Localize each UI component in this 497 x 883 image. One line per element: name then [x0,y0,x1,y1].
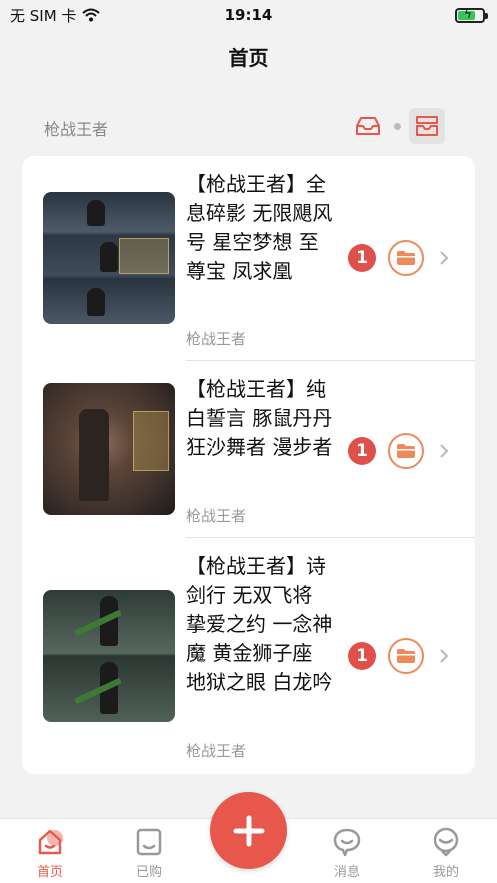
item-subtitle: 枪战王者 [186,507,247,525]
tab-label: 已购 [135,865,162,880]
item-thumbnail [43,590,175,722]
toggle-separator-dot [394,122,401,130]
chevron-right-icon[interactable] [438,248,454,268]
plus-icon [233,815,264,846]
item-thumbnail [43,192,175,324]
page-title: 首页 [228,46,269,70]
folder-icon [397,649,415,663]
folder-icon [397,251,415,265]
carrier-label: 无 SIM 卡 [10,6,77,25]
tab-purchased[interactable]: 已购 [119,827,179,880]
list-item[interactable]: 【枪战王者】诗剑行 无双飞将 挚爱之约 一念神魔 黄金狮子座 地狱之眼 白龙吟 … [22,538,475,774]
thumb-panel [133,411,169,471]
item-subtitle: 枪战王者 [186,742,247,760]
charging-bolt-icon: ϟ [464,6,472,21]
folder-icon [397,444,415,458]
tray-icon [356,117,380,135]
home-icon [38,829,63,855]
view-toggle [350,108,445,144]
thumb-character [79,409,109,501]
section-header: 枪战王者 [0,108,497,148]
tab-messages[interactable]: 消息 [317,827,377,880]
tab-label: 首页 [36,865,63,880]
status-bar: 无 SIM 卡 19:14 ϟ [0,0,497,30]
chat-icon [333,828,361,857]
item-subtitle: 枪战王者 [186,330,247,348]
thumb-panel [119,238,169,274]
tab-label: 消息 [333,865,360,880]
add-button[interactable] [210,792,287,869]
count-badge: 1 [348,244,376,272]
item-title: 【枪战王者】诗剑行 无双飞将 挚爱之约 一念神魔 黄金狮子座 地狱之眼 白龙吟 [186,554,333,694]
tab-label: 我的 [432,865,459,880]
folder-button[interactable] [388,433,424,469]
tab-profile[interactable]: 我的 [416,827,476,880]
tab-home[interactable]: 首页 [20,827,80,880]
list-item[interactable]: 【枪战王者】纯白誓言 豚鼠丹丹 狂沙舞者 漫步者 枪战王者 1 [22,361,475,538]
chevron-right-icon[interactable] [438,441,454,461]
item-title: 【枪战王者】纯白誓言 豚鼠丹丹 狂沙舞者 漫步者 [186,377,333,459]
list-view-button[interactable] [350,108,386,144]
archive-tray-icon [416,116,438,136]
wifi-icon [82,8,101,22]
status-left: 无 SIM 卡 [10,5,101,26]
item-title: 【枪战王者】全息碎影 无限飓风号 星空梦想 至尊宝 凤求凰 [186,172,333,283]
item-list: 【枪战王者】全息碎影 无限飓风号 星空梦想 至尊宝 凤求凰 枪战王者 1 【枪战… [22,156,475,774]
list-item[interactable]: 【枪战王者】全息碎影 无限飓风号 星空梦想 至尊宝 凤求凰 枪战王者 1 [22,156,475,361]
folder-button[interactable] [388,638,424,674]
chevron-right-icon[interactable] [438,646,454,666]
profile-icon [433,827,459,857]
count-badge: 1 [348,642,376,670]
bag-icon [136,828,162,856]
count-badge: 1 [348,437,376,465]
thumb-character [100,242,118,272]
archive-view-button[interactable] [409,108,445,144]
item-thumbnail [43,383,175,515]
battery-icon: ϟ [455,6,488,23]
thumb-character [86,288,105,316]
folder-button[interactable] [388,240,424,276]
thumb-character [86,200,105,226]
section-title: 枪战王者 [44,120,109,139]
